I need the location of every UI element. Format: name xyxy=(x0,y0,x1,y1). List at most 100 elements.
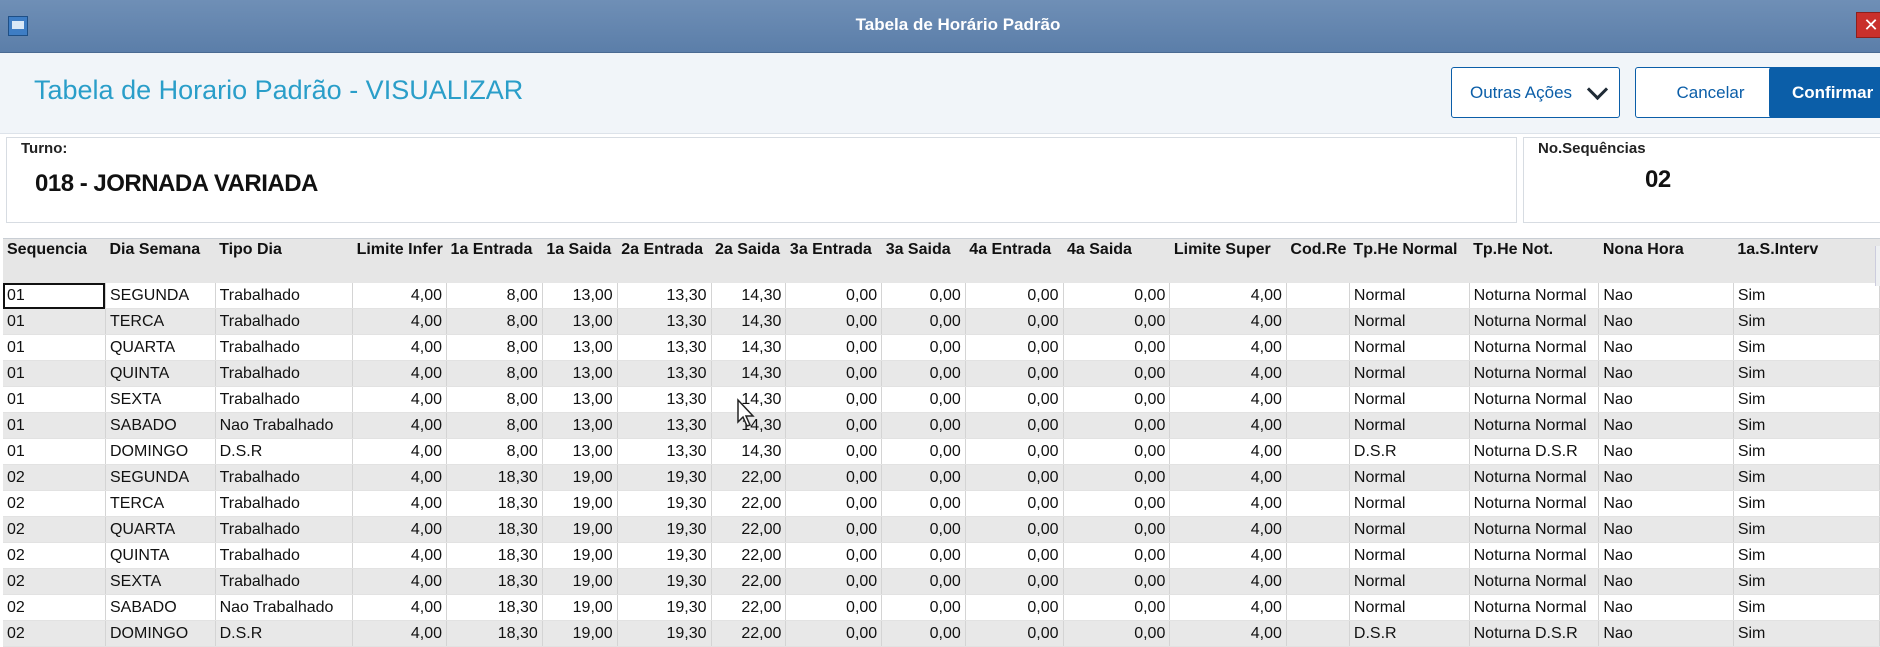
table-cell[interactable]: 13,30 xyxy=(617,334,712,361)
table-cell[interactable]: 4,00 xyxy=(1169,360,1287,387)
table-cell[interactable]: 13,00 xyxy=(542,334,618,361)
table-cell[interactable] xyxy=(1286,490,1350,517)
table-cell[interactable]: Trabalhado xyxy=(215,568,354,595)
table-cell[interactable]: 22,00 xyxy=(711,490,787,517)
table-cell[interactable]: Normal xyxy=(1349,334,1470,361)
column-header[interactable]: 3a Saida xyxy=(881,239,966,283)
column-header[interactable]: Cod.Re xyxy=(1286,239,1350,283)
table-cell[interactable]: 4,00 xyxy=(352,283,448,309)
table-cell[interactable]: 19,30 xyxy=(617,490,712,517)
table-cell[interactable]: 0,00 xyxy=(965,386,1064,413)
table-cell[interactable]: Noturna Normal xyxy=(1469,386,1600,413)
table-cell[interactable]: Sim xyxy=(1733,438,1880,465)
table-cell[interactable]: 0,00 xyxy=(1063,308,1171,335)
table-cell[interactable]: Sim xyxy=(1733,464,1880,491)
table-cell[interactable]: SABADO xyxy=(105,412,216,439)
table-cell[interactable]: 0,00 xyxy=(881,490,966,517)
table-cell[interactable]: 4,00 xyxy=(352,594,448,621)
table-cell[interactable] xyxy=(1286,568,1350,595)
schedule-grid[interactable]: Sequencia Dia Semana Tipo Dia Limite Infer 1… xyxy=(3,238,1880,647)
table-cell[interactable]: 19,30 xyxy=(617,542,712,569)
table-cell[interactable]: 0,00 xyxy=(965,412,1064,439)
table-cell[interactable] xyxy=(1286,438,1350,465)
table-cell[interactable]: 22,00 xyxy=(711,568,787,595)
table-cell[interactable]: 18,30 xyxy=(446,542,543,569)
table-cell[interactable]: Normal xyxy=(1349,464,1470,491)
column-header[interactable]: 4a Saida xyxy=(1063,239,1170,283)
table-cell[interactable]: QUARTA xyxy=(105,334,216,361)
confirm-button[interactable]: Confirmar xyxy=(1769,67,1880,118)
table-cell[interactable]: DOMINGO xyxy=(105,438,216,465)
table-cell[interactable]: Sim xyxy=(1733,490,1880,517)
table-cell[interactable]: Noturna Normal xyxy=(1469,464,1600,491)
table-cell[interactable]: Trabalhado xyxy=(215,360,354,387)
table-cell[interactable]: 02 xyxy=(3,490,106,517)
table-cell[interactable]: Nao xyxy=(1598,542,1734,569)
outras-acoes-button[interactable]: Outras Ações xyxy=(1451,67,1620,118)
table-cell[interactable]: 22,00 xyxy=(711,542,787,569)
table-cell[interactable]: Noturna D.S.R xyxy=(1469,438,1600,465)
column-header[interactable]: Sequencia xyxy=(3,239,106,283)
table-cell[interactable]: 0,00 xyxy=(965,568,1064,595)
table-cell[interactable]: 0,00 xyxy=(1063,594,1171,621)
table-cell[interactable]: 01 xyxy=(3,308,106,335)
table-cell[interactable]: 0,00 xyxy=(965,464,1064,491)
column-header[interactable]: 1a Entrada xyxy=(446,239,543,283)
table-cell[interactable]: 0,00 xyxy=(785,438,883,465)
table-cell[interactable]: 0,00 xyxy=(881,620,966,647)
table-cell[interactable]: 8,00 xyxy=(446,283,543,309)
table-cell[interactable] xyxy=(1286,620,1350,647)
table-cell[interactable]: 4,00 xyxy=(1169,334,1287,361)
table-cell[interactable]: 19,30 xyxy=(617,464,712,491)
table-cell[interactable]: 8,00 xyxy=(446,438,543,465)
table-cell[interactable]: 8,00 xyxy=(446,308,543,335)
table-cell[interactable]: 0,00 xyxy=(1063,464,1171,491)
table-cell[interactable]: 0,00 xyxy=(881,308,966,335)
table-cell[interactable]: 19,00 xyxy=(542,516,618,543)
table-cell[interactable]: 22,00 xyxy=(711,516,787,543)
column-header[interactable]: 3a Entrada xyxy=(785,239,882,283)
table-cell[interactable]: 13,00 xyxy=(542,308,618,335)
table-cell[interactable] xyxy=(1286,594,1350,621)
table-cell[interactable]: 4,00 xyxy=(352,334,448,361)
table-cell[interactable] xyxy=(1286,412,1350,439)
table-cell[interactable]: 01 xyxy=(3,360,106,387)
table-cell[interactable]: 13,00 xyxy=(542,283,618,309)
table-cell[interactable]: 4,00 xyxy=(352,620,448,647)
table-cell[interactable]: 02 xyxy=(3,594,106,621)
table-cell[interactable]: 13,30 xyxy=(617,308,712,335)
table-cell[interactable]: Normal xyxy=(1349,542,1470,569)
table-cell[interactable]: Noturna Normal xyxy=(1469,412,1600,439)
table-cell[interactable]: 0,00 xyxy=(965,594,1064,621)
table-cell[interactable]: Noturna Normal xyxy=(1469,568,1600,595)
table-cell[interactable]: SABADO xyxy=(105,594,216,621)
table-cell[interactable]: 22,00 xyxy=(711,594,787,621)
table-cell[interactable]: Nao xyxy=(1598,412,1734,439)
table-cell[interactable]: 4,00 xyxy=(1169,283,1287,309)
table-cell[interactable]: 19,00 xyxy=(542,542,618,569)
table-cell[interactable]: Nao xyxy=(1598,594,1734,621)
table-cell[interactable]: 0,00 xyxy=(881,412,966,439)
table-row[interactable]: 01 SEGUNDA Trabalhado 4,00 8,00 13,00 13,30 14,… xyxy=(3,283,1880,309)
table-cell[interactable]: 14,30 xyxy=(711,438,787,465)
table-cell[interactable]: Noturna D.S.R xyxy=(1469,620,1600,647)
table-cell[interactable]: 0,00 xyxy=(965,542,1064,569)
table-cell[interactable]: 0,00 xyxy=(785,594,883,621)
table-cell[interactable]: 0,00 xyxy=(965,620,1064,647)
table-cell[interactable]: Nao xyxy=(1598,283,1734,309)
table-cell[interactable]: 8,00 xyxy=(446,334,543,361)
table-cell[interactable]: Trabalhado xyxy=(215,490,354,517)
table-cell[interactable]: Noturna Normal xyxy=(1469,334,1600,361)
column-header[interactable]: Tp.He Not. xyxy=(1469,239,1599,283)
table-cell[interactable]: 4,00 xyxy=(1169,594,1287,621)
table-cell[interactable]: Noturna Normal xyxy=(1469,490,1600,517)
table-cell[interactable]: 19,00 xyxy=(542,568,618,595)
table-cell[interactable]: 13,00 xyxy=(542,412,618,439)
column-header[interactable]: 1a Saida xyxy=(542,239,618,283)
table-cell[interactable]: 0,00 xyxy=(881,438,966,465)
table-cell[interactable]: 0,00 xyxy=(785,334,883,361)
table-cell[interactable]: D.S.R xyxy=(1349,620,1470,647)
table-cell[interactable]: Nao xyxy=(1598,360,1734,387)
table-cell[interactable]: 0,00 xyxy=(1063,412,1171,439)
table-row[interactable]: 02 SEGUNDA Trabalhado 4,00 18,30 19,00 19,30 22… xyxy=(3,464,1880,491)
